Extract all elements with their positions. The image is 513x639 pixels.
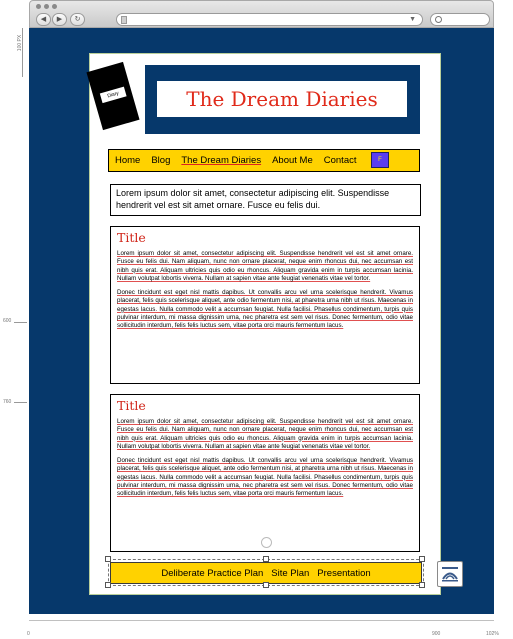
reload-button[interactable]: ↻ [70,13,85,26]
resize-handle-ne[interactable] [419,556,425,562]
width-label-end: 102% [486,631,499,637]
card-paragraph: Donec tincidunt est eget nisl mattis dap… [117,457,413,498]
height-dimension-label: 100 PX [17,34,24,52]
card-paragraph: Lorem ipsum dolor sit amet, consectetur … [117,418,413,450]
back-arrow-icon: ◀ [40,16,47,23]
card-title: Title [117,230,146,245]
mockup-canvas: ◀ ▶ ↻ ▼ 100 PX 600 760 0 900 102% Diary … [0,0,513,639]
main-nav: Home Blog The Dream Diaries About Me Con… [108,149,420,172]
browser-search-field[interactable] [430,13,490,26]
forward-button[interactable]: ▶ [52,13,67,26]
width-label-mid: 900 [432,631,441,637]
footer-link-practice-plan[interactable]: Deliberate Practice Plan [161,568,263,579]
nav-blog[interactable]: Blog [151,155,170,166]
nav-home[interactable]: Home [115,155,140,166]
search-icon [435,16,442,23]
diary-label: Diary [99,86,127,104]
reload-icon: ↻ [74,16,81,23]
arch-icon [442,567,458,582]
url-dropdown-icon[interactable]: ▼ [409,14,416,25]
resize-handle-s[interactable] [263,582,269,588]
width-label-start: 0 [27,631,30,637]
forward-arrow-icon: ▶ [56,16,63,23]
width-dimension-line [29,620,494,621]
back-button[interactable]: ◀ [36,13,51,26]
content-card-1: Title Lorem ipsum dolor sit amet, consec… [110,226,420,384]
resize-handle-n[interactable] [263,556,269,562]
nav-contact[interactable]: Contact [324,155,357,166]
maximize-window-dot[interactable] [52,4,57,9]
card-paragraph: Lorem ipsum dolor sit amet, consectetur … [117,250,413,282]
card-title: Title [117,398,146,413]
guide-label-600: 600 [3,318,12,324]
rotate-handle-icon[interactable] [261,537,272,548]
facebook-icon[interactable]: F [371,152,389,168]
intro-text-box: Lorem ipsum dolor sit amet, consectetur … [110,184,421,216]
nav-the-dream-diaries[interactable]: The Dream Diaries [181,155,261,166]
resize-handle-sw[interactable] [105,582,111,588]
page-icon [121,16,127,24]
card-paragraph: Donec tincidunt est eget nisl mattis dap… [117,289,413,330]
footer-link-site-plan[interactable]: Site Plan [271,568,309,579]
header-banner: The Dream Diaries [145,65,420,134]
site-title: The Dream Diaries [186,87,378,111]
footer-nav[interactable]: Deliberate Practice Plan Site Plan Prese… [110,562,422,584]
close-window-dot[interactable] [36,4,41,9]
address-bar[interactable]: ▼ [116,13,423,26]
footer-link-presentation[interactable]: Presentation [317,568,370,579]
guide-line-760 [14,402,27,403]
minimize-window-dot[interactable] [44,4,49,9]
resize-handle-se[interactable] [419,582,425,588]
guide-line-600 [14,322,27,323]
widget-settings-button[interactable] [437,561,463,587]
guide-label-760: 760 [3,399,12,405]
nav-about-me[interactable]: About Me [272,155,313,166]
resize-handle-nw[interactable] [105,556,111,562]
browser-toolbar: ◀ ▶ ↻ ▼ [29,0,494,28]
window-controls [36,4,57,9]
title-box: The Dream Diaries [157,81,407,117]
content-card-2: Title Lorem ipsum dolor sit amet, consec… [110,394,420,552]
